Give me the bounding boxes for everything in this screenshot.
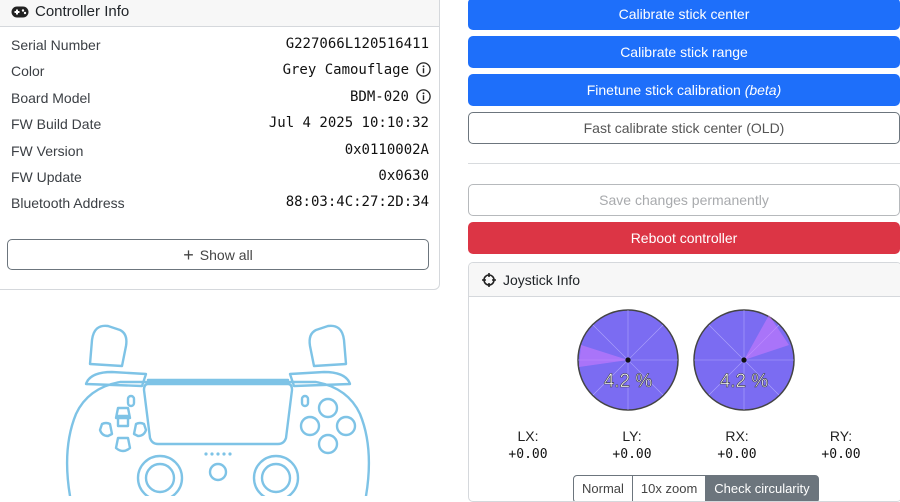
info-value: 0x0630	[378, 168, 429, 184]
info-label: FW Version	[11, 143, 84, 159]
info-value: BDM-020	[349, 89, 409, 105]
joystick-info-card: Joystick Info 4.2 % 4.2 % LX: +0.00 LY: …	[468, 262, 900, 502]
calibrate-stick-range-button[interactable]: Calibrate stick range	[468, 36, 900, 68]
axis-value: +0.00	[508, 447, 548, 462]
save-changes-button[interactable]: Save changes permanently	[468, 184, 900, 216]
finetune-stick-calibration-button[interactable]: Finetune stick calibration (beta)	[468, 74, 900, 106]
axis-value: +0.00	[821, 447, 861, 462]
info-row-serial: Serial Number G227066L120516411	[11, 36, 431, 63]
info-label: Serial Number	[11, 37, 101, 53]
show-all-button[interactable]: + Show all	[7, 239, 429, 270]
controller-info-card: Controller Info Serial Number G227066L12…	[0, 0, 440, 290]
info-value: 88:03:4C:27:2D:34	[285, 194, 429, 210]
info-row-bluetooth-address: Bluetooth Address 88:03:4C:27:2D:34	[11, 194, 431, 221]
info-row-fw-version: FW Version 0x0110002A	[11, 142, 431, 169]
display-mode-group: Normal 10x zoom Check circularity	[573, 475, 819, 501]
info-value: 0x0110002A	[344, 142, 429, 158]
joystick-info-title: Joystick Info	[503, 272, 581, 288]
info-value: G227066L120516411	[285, 36, 429, 52]
info-row-fw-build-date: FW Build Date Jul 4 2025 10:10:32	[11, 115, 431, 142]
crosshair-icon	[482, 273, 496, 292]
mode-check-circularity-button[interactable]: Check circularity	[705, 475, 819, 501]
axis-value: +0.00	[717, 447, 757, 462]
axis-ry: RY: +0.00	[811, 428, 871, 462]
finetune-label: Finetune stick calibration	[586, 82, 741, 98]
divider	[468, 163, 900, 164]
info-label: FW Build Date	[11, 116, 102, 132]
gamepad-icon	[11, 5, 29, 23]
axis-label: LY:	[622, 428, 642, 444]
axis-ly: LY: +0.00	[602, 428, 662, 462]
axis-label: LX:	[517, 428, 539, 444]
info-label: Bluetooth Address	[11, 195, 125, 211]
left-stick-circle: 4.2 %	[577, 309, 679, 411]
axis-value: +0.00	[612, 447, 652, 462]
info-label: Color	[11, 63, 45, 79]
info-row-board-model: Board Model BDM-020	[11, 89, 431, 116]
info-label: FW Update	[11, 169, 82, 185]
left-stick-error: 4.2 %	[604, 371, 653, 392]
beta-label: (beta)	[744, 82, 782, 98]
info-icon[interactable]	[416, 89, 431, 107]
axis-lx: LX: +0.00	[498, 428, 558, 462]
info-row-fw-update: FW Update 0x0630	[11, 168, 431, 195]
mode-normal-button[interactable]: Normal	[573, 475, 633, 501]
info-icon[interactable]	[416, 62, 431, 80]
info-value: Grey Camouflage	[282, 62, 409, 78]
joystick-info-header: Joystick Info	[469, 263, 900, 297]
dpad	[98, 406, 148, 453]
axis-rx: RX: +0.00	[707, 428, 767, 462]
axis-label: RY:	[829, 428, 853, 444]
calibrate-stick-center-button[interactable]: Calibrate stick center	[468, 0, 900, 30]
reboot-controller-button[interactable]: Reboot controller	[468, 222, 900, 254]
r2-trigger	[308, 324, 348, 368]
axis-label: RX:	[725, 428, 749, 444]
info-row-color: Color Grey Camouflage	[11, 62, 431, 89]
right-stick-error: 4.2 %	[720, 371, 769, 392]
gamepad-illustration	[65, 324, 371, 496]
fast-calibrate-button[interactable]: Fast calibrate stick center (OLD)	[468, 112, 900, 144]
l2-trigger	[88, 324, 128, 368]
info-label: Board Model	[11, 90, 91, 106]
info-value: Jul 4 2025 10:10:32	[268, 115, 429, 131]
mode-10x-zoom-button[interactable]: 10x zoom	[631, 475, 707, 501]
touchpad	[142, 382, 294, 446]
right-stick-circle: 4.2 %	[693, 309, 795, 411]
plus-icon: +	[183, 245, 194, 265]
show-all-label: Show all	[199, 247, 253, 263]
controller-info-header: Controller Info	[0, 0, 439, 27]
controller-info-title: Controller Info	[35, 3, 130, 20]
